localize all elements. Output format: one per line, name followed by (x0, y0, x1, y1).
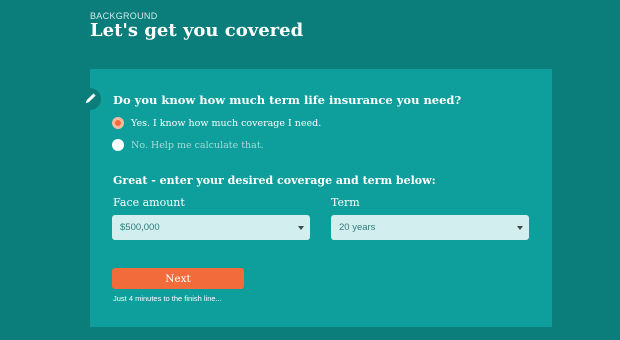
face-amount-label: Face amount (113, 196, 185, 209)
term-label: Term (331, 196, 360, 209)
option-yes-label: Yes. I know how much coverage I need. (131, 117, 322, 129)
edit-badge (79, 88, 101, 110)
next-button[interactable]: Next (112, 268, 244, 289)
caret-down-icon (517, 225, 523, 230)
radio-no[interactable] (112, 139, 124, 151)
helper-text: Just 4 minutes to the finish line... (113, 294, 222, 303)
caret-down-icon (298, 225, 304, 230)
pencil-icon (85, 93, 96, 104)
coverage-question: Do you know how much term life insurance… (113, 93, 462, 107)
face-amount-select[interactable]: $500,000 (112, 215, 310, 240)
face-amount-value: $500,000 (120, 222, 160, 233)
option-no-label: No. Help me calculate that. (131, 139, 264, 151)
coverage-subheading: Great - enter your desired coverage and … (113, 174, 436, 187)
option-no[interactable]: No. Help me calculate that. (112, 139, 264, 151)
term-value: 20 years (339, 222, 376, 233)
page-title: Let's get you covered (90, 20, 304, 41)
option-yes[interactable]: Yes. I know how much coverage I need. (112, 117, 321, 129)
term-select[interactable]: 20 years (331, 215, 529, 240)
radio-yes[interactable] (112, 117, 124, 129)
